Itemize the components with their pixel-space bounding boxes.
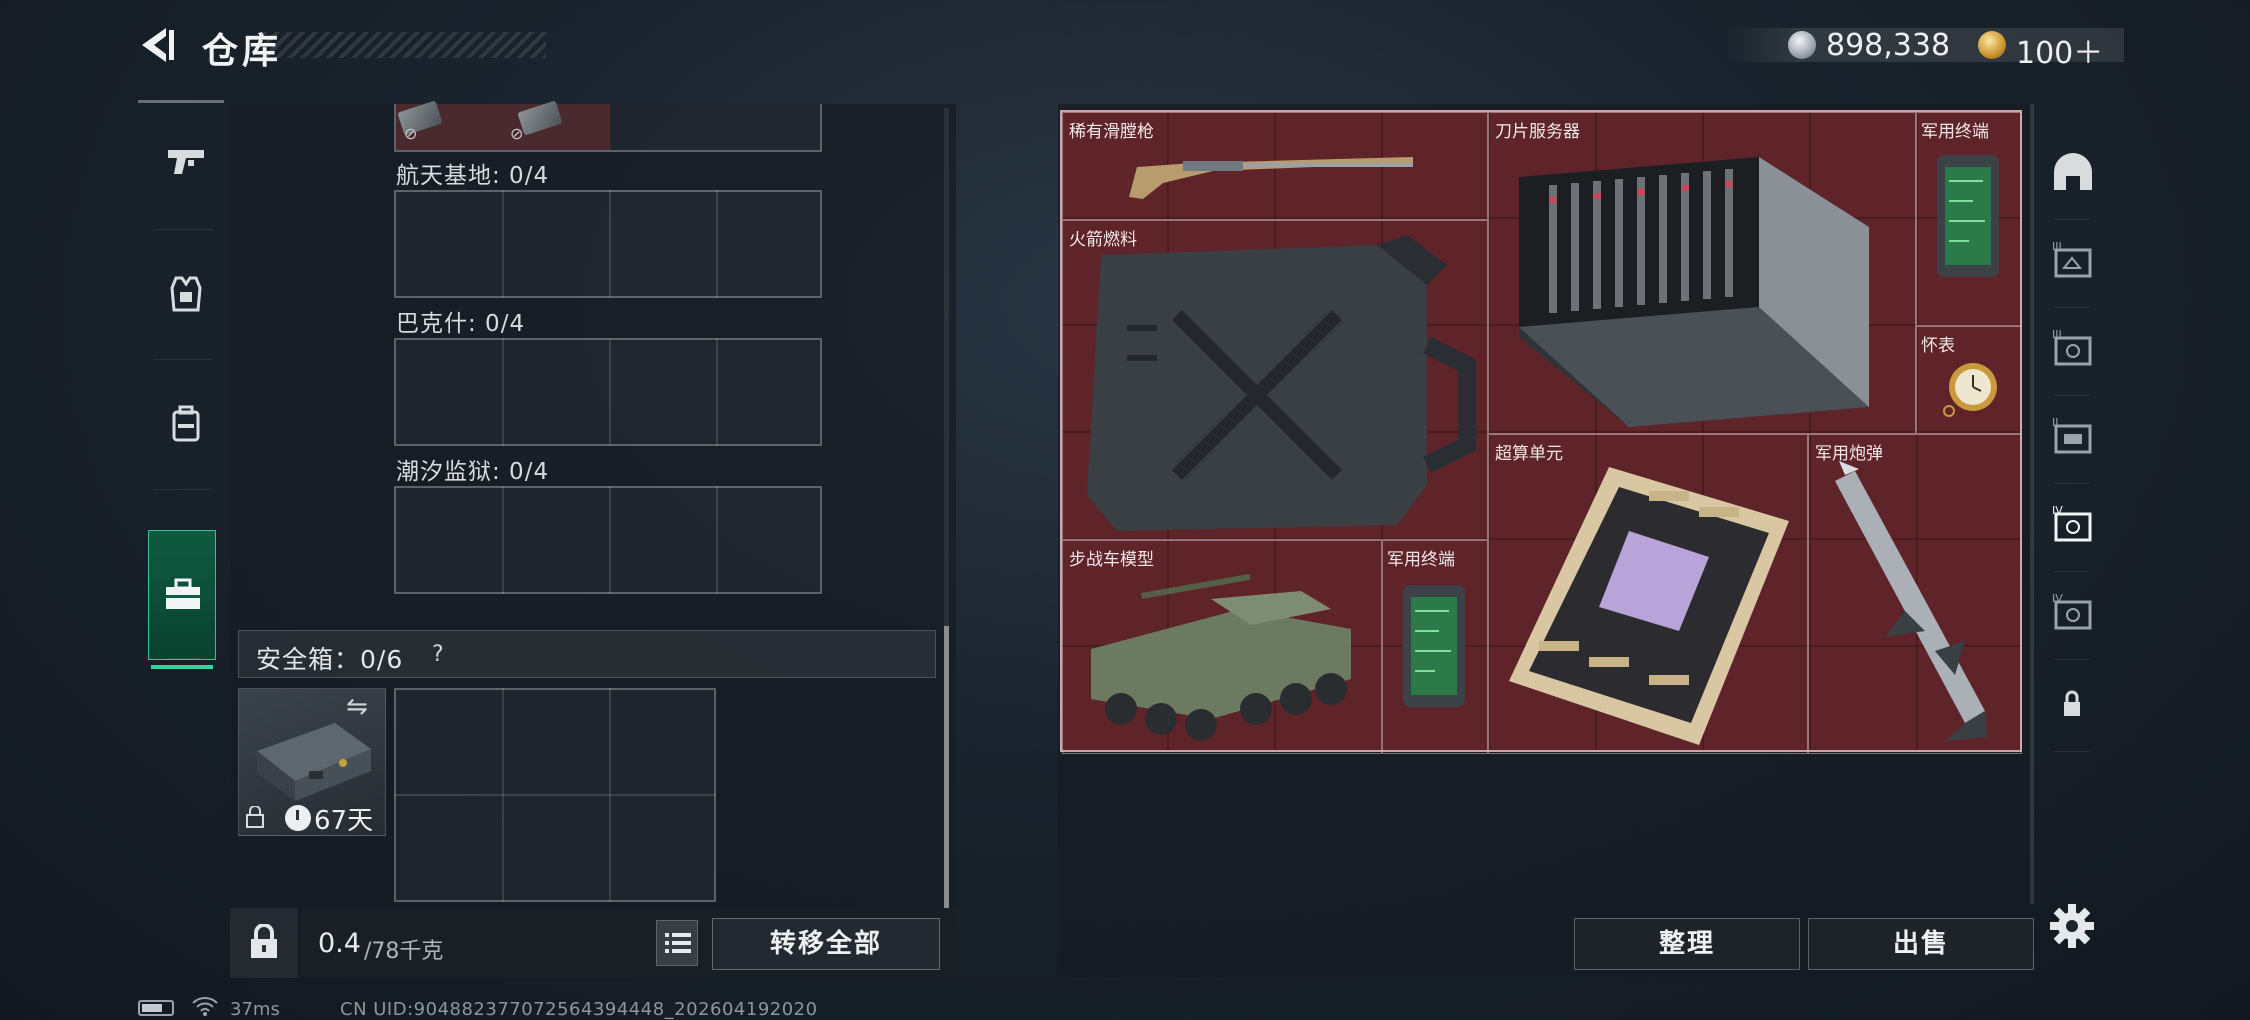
stash-item-blade-server[interactable]: 刀片服务器 (1488, 112, 1916, 434)
svg-text:III: III (2052, 328, 2062, 341)
wifi-icon (192, 996, 218, 1020)
sort-button[interactable]: 整理 (1574, 918, 1800, 970)
swap-icon[interactable]: ⇋ (346, 692, 368, 722)
military-terminal-icon (1403, 585, 1465, 707)
lock-icon (246, 805, 264, 833)
nav-safebox[interactable] (148, 530, 216, 669)
nav-armor[interactable] (138, 230, 228, 360)
pocket-watch-icon (1943, 363, 1997, 417)
stash-page-3[interactable]: II (2036, 392, 2108, 484)
stash-item-rocket-fuel[interactable]: 火箭燃料 (1062, 220, 1488, 540)
left-category-nav (138, 100, 228, 669)
svg-text:II: II (2052, 416, 2059, 429)
container-grid[interactable] (394, 486, 822, 594)
stash-page-helmet[interactable] (2036, 128, 2108, 220)
briefcase-icon (166, 578, 200, 609)
nav-backpack[interactable] (138, 360, 228, 490)
ping-value: 37ms (230, 999, 280, 1020)
sell-button[interactable]: 出售 (1808, 918, 2034, 970)
container-grid[interactable] (394, 190, 822, 298)
container-label: 潮汐监狱: 0/4 (396, 459, 550, 485)
padlock-icon (251, 924, 277, 958)
blade-server-icon (1519, 157, 1869, 427)
svg-text:IV: IV (2052, 504, 2063, 517)
money-amount: 898,338 (1826, 28, 1951, 63)
right-nav-divider (2030, 104, 2034, 904)
stash-grid[interactable]: 稀有滑膛枪 刀片服务器 军用终端 火箭燃料 怀表 超算单元 军用炮弹 步战车模型… (1060, 110, 2022, 754)
stash-item-supercomputing-unit[interactable]: 超算单元 (1488, 434, 1808, 754)
item-label: 军用终端 (1387, 550, 1455, 570)
tier-4-box-icon: IV (2052, 592, 2092, 630)
clock-icon (285, 805, 311, 831)
item-label: 军用终端 (1921, 122, 1989, 142)
musket-icon (1129, 157, 1413, 199)
settings-button[interactable] (2044, 898, 2100, 954)
no-drop-icon: ⊘ (404, 124, 418, 143)
armored-vehicle-icon (1091, 573, 1351, 741)
svg-text:IV: IV (2052, 592, 2063, 605)
weight-max: /78千克 (364, 939, 444, 964)
stash-page-nav: III III II IV IV (2036, 104, 2108, 904)
silver-coin-icon (1788, 31, 1816, 59)
stash-page-1[interactable]: III (2036, 216, 2108, 308)
container-label: 巴克什: 0/4 (396, 311, 526, 337)
stash-item-musket[interactable]: 稀有滑膛枪 (1062, 112, 1488, 220)
pistol-icon (168, 150, 204, 174)
user-uid: CN UID:904882377072564394448_20260419202… (340, 999, 818, 1020)
lock-icon (2064, 690, 2080, 716)
container-grid[interactable] (394, 338, 822, 446)
scrollbar-thumb[interactable] (944, 626, 949, 908)
supercomputing-unit-icon (1509, 467, 1789, 745)
tier-3-box-alt-icon: III (2052, 328, 2092, 366)
stash-item-military-terminal[interactable]: 军用终端 (1916, 112, 2022, 326)
list-view-button[interactable] (656, 920, 698, 966)
no-drop-icon: ⊘ (510, 124, 524, 143)
nav-weapons[interactable] (138, 100, 228, 230)
stash-page-5[interactable]: IV (2036, 568, 2108, 660)
list-icon (665, 933, 691, 953)
safe-box-grid[interactable] (394, 688, 716, 902)
backpack-icon (172, 405, 200, 442)
stash-item-military-terminal[interactable]: 军用终端 (1382, 540, 1488, 754)
title-decoration (262, 32, 546, 58)
weight-current: 0.4 (318, 928, 361, 959)
missile-icon (1835, 461, 1987, 741)
safe-box-days: 67天 (314, 806, 374, 836)
transfer-all-button[interactable]: 转移全部 (712, 918, 940, 970)
gold-amount[interactable]: 100＋ (2016, 28, 2103, 72)
tier-3-box-icon: III (2052, 240, 2092, 278)
stash-item-pocket-watch[interactable]: 怀表 (1916, 326, 2022, 434)
stash-item-military-shell[interactable]: 军用炮弹 (1808, 434, 2022, 754)
item-label: 步战车模型 (1069, 550, 1154, 570)
battery-icon (138, 1000, 174, 1016)
armor-vest-icon (170, 276, 202, 312)
stash-item-ifv-model[interactable]: 步战车模型 (1062, 540, 1382, 754)
military-terminal-icon (1937, 155, 1999, 277)
tier-4-box-active-icon: IV (2052, 504, 2092, 542)
back-button[interactable] (136, 24, 178, 66)
helmet-icon (2054, 153, 2092, 190)
weight-lock-button[interactable] (230, 908, 298, 978)
gold-coin-icon (1978, 31, 2006, 59)
back-arrow-icon (142, 28, 174, 62)
container-label: 航天基地: 0/4 (396, 163, 550, 189)
svg-text:III: III (2052, 240, 2062, 253)
help-button[interactable]: ? (432, 642, 444, 667)
safe-box-label: 安全箱：0/6 (256, 645, 404, 674)
jerry-can-icon (1087, 235, 1476, 531)
gear-icon (2050, 904, 2094, 948)
stash-page-4[interactable]: IV (2036, 480, 2108, 572)
stash-page-2[interactable]: III (2036, 304, 2108, 396)
stash-page-locked[interactable] (2036, 660, 2108, 752)
tier-2-box-icon: II (2052, 416, 2092, 454)
